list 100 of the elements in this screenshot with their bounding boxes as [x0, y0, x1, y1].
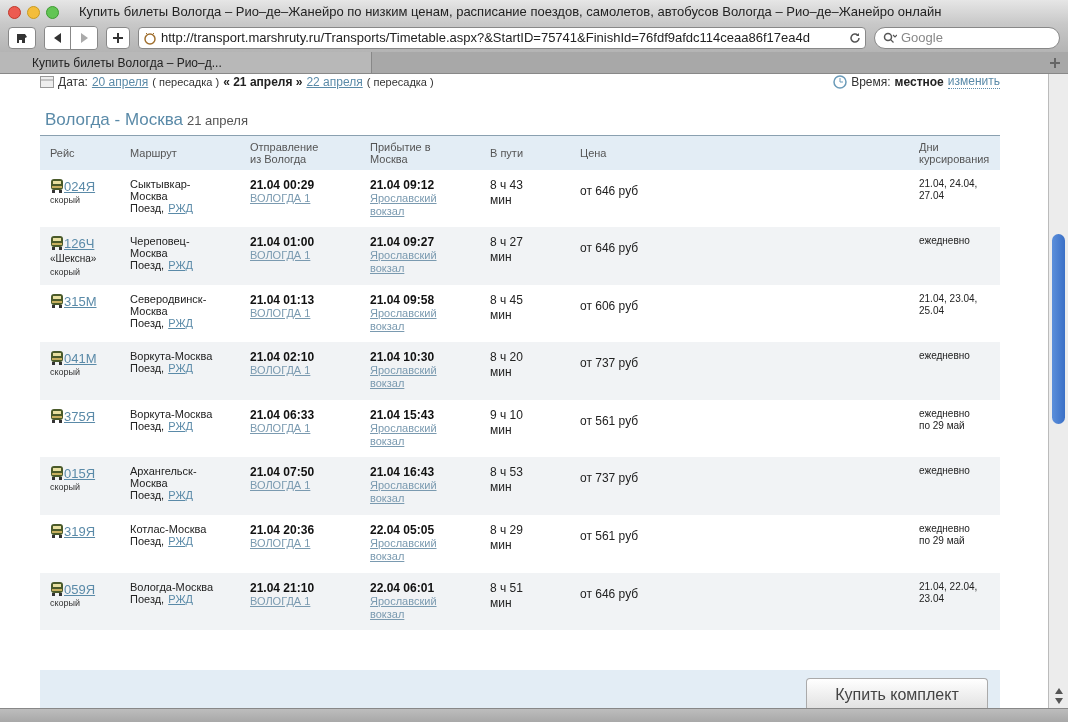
- scrollbar-thumb[interactable]: [1052, 234, 1065, 424]
- scrollbar[interactable]: [1048, 74, 1068, 708]
- price-text: от 646 руб: [580, 241, 639, 256]
- station-link[interactable]: Ярославский вокзал: [370, 306, 440, 333]
- departure-time: 21.04 02:10: [250, 350, 316, 365]
- current-date: « 21 апреля »: [223, 74, 303, 89]
- carrier-label: Поезд,: [130, 535, 165, 548]
- carrier-label: Поезд,: [130, 259, 165, 272]
- price-text: от 737 руб: [580, 471, 639, 486]
- column-header: Рейс: [50, 146, 76, 159]
- train-category: скорый: [50, 266, 82, 280]
- bookmark-button[interactable]: [8, 27, 36, 49]
- station-link[interactable]: ВОЛОГДА 1: [250, 594, 311, 608]
- back-icon: [53, 33, 62, 43]
- carrier-link[interactable]: РЖД: [168, 592, 193, 605]
- departure-time: 21.04 00:29: [250, 177, 316, 192]
- carrier-link[interactable]: РЖД: [168, 419, 193, 432]
- carrier-link[interactable]: РЖД: [168, 535, 193, 548]
- station-link[interactable]: Ярославский вокзал: [370, 537, 440, 564]
- url-text: http://transport.marshruty.ru/Transports/Timetable.aspx?&StartID=75741&FinishId=76fdf9afdc114ceaa86f17ea4d: [161, 29, 810, 48]
- station-link[interactable]: Ярославский вокзал: [370, 249, 440, 276]
- station-link[interactable]: Ярославский вокзал: [370, 364, 440, 391]
- route-text: Северодвинск-Москва: [130, 292, 208, 317]
- arrival-time: 21.04 09:58: [370, 292, 436, 307]
- train-number-link[interactable]: 024Я: [64, 178, 96, 194]
- arrival-time: 21.04 09:12: [370, 177, 436, 192]
- train-number-link[interactable]: 126Ч: [64, 236, 95, 252]
- days-text: ежедневно: [919, 465, 971, 478]
- station-link[interactable]: ВОЛОГДА 1: [250, 191, 311, 205]
- duration-text: 8 ч 51 мин: [490, 580, 524, 611]
- time-value: местное: [894, 74, 944, 89]
- train-number-link[interactable]: 059Я: [64, 581, 96, 597]
- train-icon: [50, 407, 64, 424]
- search-icon: [883, 32, 897, 44]
- route-text: Воркута-Москва: [130, 407, 214, 420]
- new-tab-icon[interactable]: [1050, 57, 1060, 68]
- arrival-time: 21.04 10:30: [370, 350, 436, 365]
- station-link[interactable]: ВОЛОГДА 1: [250, 364, 311, 378]
- buy-button[interactable]: Купить комплект: [806, 678, 988, 708]
- reload-icon[interactable]: [849, 32, 861, 44]
- station-link[interactable]: ВОЛОГДА 1: [250, 537, 311, 551]
- days-text: ежедневно: [919, 350, 971, 363]
- station-link[interactable]: ВОЛОГДА 1: [250, 249, 311, 263]
- column-header: Дни курсирования: [919, 140, 991, 165]
- date-link[interactable]: 20 апреля: [91, 74, 149, 89]
- train-number-link[interactable]: 315М: [64, 293, 97, 309]
- days-text: ежедневно: [919, 235, 971, 248]
- change-time-link[interactable]: изменить: [947, 74, 1000, 89]
- column-header: Маршрут: [130, 146, 178, 159]
- train-icon: [50, 465, 64, 482]
- train-icon: [50, 523, 64, 540]
- carrier-link[interactable]: РЖД: [168, 489, 193, 502]
- station-link[interactable]: Ярославский вокзал: [370, 421, 440, 448]
- train-number-link[interactable]: 015Я: [64, 466, 96, 482]
- days-text: 21.04, 23.04, 25.04: [919, 292, 979, 317]
- carrier-link[interactable]: РЖД: [168, 201, 193, 214]
- column-header: В пути: [490, 146, 525, 159]
- route-text: Череповец-Москва: [130, 235, 191, 260]
- address-field[interactable]: http://transport.marshruty.ru/Transports/Timetable.aspx?&StartID=75741&FinishId=76fdf9afdc114ceaa86f17ea4d: [138, 27, 866, 49]
- station-link[interactable]: ВОЛОГДА 1: [250, 306, 311, 320]
- column-header: Прибытие в Москва: [370, 140, 432, 165]
- station-link[interactable]: Ярославский вокзал: [370, 479, 440, 506]
- carrier-label: Поезд,: [130, 201, 165, 214]
- train-icon: [50, 235, 64, 252]
- route-text: Вологда-Москва: [130, 580, 214, 593]
- train-icon: [50, 350, 64, 367]
- scroll-up-icon[interactable]: [1054, 688, 1063, 694]
- search-field[interactable]: Google: [874, 27, 1060, 49]
- duration-text: 8 ч 29 мин: [490, 523, 524, 554]
- carrier-label: Поезд,: [130, 489, 165, 502]
- search-input[interactable]: Google: [901, 28, 1051, 48]
- duration-text: 8 ч 45 мин: [490, 292, 524, 323]
- station-link[interactable]: Ярославский вокзал: [370, 594, 440, 621]
- back-button[interactable]: [45, 27, 71, 49]
- add-bookmark-button[interactable]: [106, 27, 130, 49]
- train-icon: [50, 580, 64, 597]
- route-text: Котлас-Москва: [130, 523, 208, 536]
- route-text: Архангельск-Москва: [130, 465, 198, 490]
- close-icon[interactable]: [8, 5, 21, 19]
- train-number-link[interactable]: 041М: [64, 351, 97, 367]
- departure-time: 21.04 07:50: [250, 465, 316, 480]
- train-category: скорый: [50, 481, 82, 495]
- browser-tab[interactable]: Купить билеты Вологда – Рио–д...: [0, 52, 372, 73]
- station-link[interactable]: ВОЛОГДА 1: [250, 479, 311, 493]
- days-text: 21.04, 24.04, 27.04: [919, 177, 979, 202]
- time-label: Время:: [851, 74, 891, 89]
- carrier-link[interactable]: РЖД: [168, 316, 193, 329]
- route-text: Сыктывкар-Москва: [130, 177, 192, 202]
- section-date: 21 апреля: [186, 112, 248, 130]
- section-title: Вологда - Москва: [45, 109, 183, 131]
- carrier-link[interactable]: РЖД: [168, 259, 193, 272]
- price-text: от 646 руб: [580, 183, 639, 198]
- train-number-link[interactable]: 375Я: [64, 408, 96, 424]
- carrier-link[interactable]: РЖД: [168, 362, 193, 375]
- station-link[interactable]: Ярославский вокзал: [370, 191, 440, 218]
- column-header: Отправление из Вологда: [250, 140, 320, 165]
- station-link[interactable]: ВОЛОГДА 1: [250, 421, 311, 435]
- zoom-icon[interactable]: [46, 5, 59, 19]
- date-link[interactable]: 22 апреля: [306, 74, 363, 89]
- train-number-link[interactable]: 319Я: [64, 524, 96, 540]
